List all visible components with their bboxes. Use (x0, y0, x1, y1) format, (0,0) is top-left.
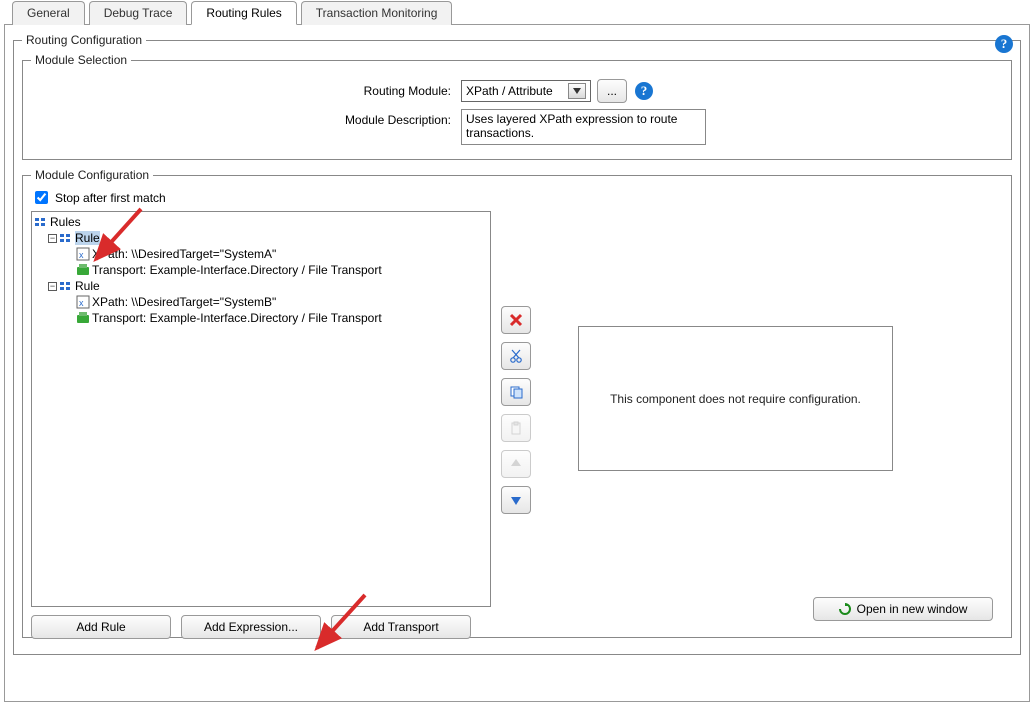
rule-icon (59, 231, 73, 245)
module-description-label: Module Description: (31, 109, 461, 127)
transport-icon (76, 311, 90, 325)
tree-rule-2[interactable]: − Rule (34, 278, 488, 294)
tab-general[interactable]: General (12, 1, 85, 25)
svg-text:x: x (79, 250, 84, 260)
cut-button[interactable] (501, 342, 531, 370)
tree-rule-2-transport-label: Transport: Example-Interface.Directory /… (92, 311, 382, 325)
tree-rule-1-label: Rule (75, 231, 100, 245)
open-new-window-label: Open in new window (857, 602, 968, 616)
add-expression-button[interactable]: Add Expression... (181, 615, 321, 639)
tree-rule-1-xpath[interactable]: x XPath: \\DesiredTarget="SystemA" (34, 246, 488, 262)
tree-root[interactable]: Rules (34, 214, 488, 230)
module-selection-legend: Module Selection (31, 53, 131, 67)
routing-module-label: Routing Module: (31, 84, 461, 98)
help-icon[interactable]: ? (635, 82, 653, 100)
component-config-placeholder: This component does not require configur… (578, 326, 893, 471)
move-down-button[interactable] (501, 486, 531, 514)
tab-routing-rules[interactable]: Routing Rules (191, 1, 296, 25)
tree-rule-2-xpath[interactable]: x XPath: \\DesiredTarget="SystemB" (34, 294, 488, 310)
tree-rule-2-label: Rule (75, 279, 100, 293)
routing-module-combo[interactable]: XPath / Attribute (461, 80, 591, 102)
config-placeholder-text: This component does not require configur… (610, 392, 861, 406)
open-in-new-window-button[interactable]: Open in new window (813, 597, 993, 621)
tree-rule-2-transport[interactable]: Transport: Example-Interface.Directory /… (34, 310, 488, 326)
routing-configuration-group: Routing Configuration Module Selection R… (13, 33, 1021, 655)
browse-module-button[interactable]: ... (597, 79, 627, 103)
tab-bar: General Debug Trace Routing Rules Transa… (0, 0, 1034, 24)
module-selection-group: Module Selection Routing Module: XPath /… (22, 53, 1012, 160)
rule-icon (59, 279, 73, 293)
tree-action-toolbar (501, 306, 531, 514)
tree-rule-1-xpath-label: XPath: \\DesiredTarget="SystemA" (92, 247, 276, 261)
tree-icon (34, 215, 48, 229)
tree-rule-2-xpath-label: XPath: \\DesiredTarget="SystemB" (92, 295, 276, 309)
stop-after-first-match-checkbox[interactable] (35, 191, 48, 204)
tree-rule-1-transport[interactable]: Transport: Example-Interface.Directory /… (34, 262, 488, 278)
tree-root-label: Rules (50, 215, 81, 229)
xpath-icon: x (76, 295, 90, 309)
rules-tree[interactable]: Rules − Rule x (31, 211, 491, 607)
tree-rule-1-transport-label: Transport: Example-Interface.Directory /… (92, 263, 382, 277)
chevron-down-icon (568, 83, 586, 99)
open-new-window-icon (839, 603, 851, 615)
svg-text:x: x (79, 298, 84, 308)
tab-debug-trace[interactable]: Debug Trace (89, 1, 188, 25)
add-transport-button[interactable]: Add Transport (331, 615, 471, 639)
move-up-button (501, 450, 531, 478)
routing-configuration-legend: Routing Configuration (22, 33, 146, 47)
transport-icon (76, 263, 90, 277)
collapse-icon[interactable]: − (48, 282, 57, 291)
delete-button[interactable] (501, 306, 531, 334)
stop-after-first-match-label: Stop after first match (55, 191, 166, 205)
xpath-icon: x (76, 247, 90, 261)
module-configuration-group: Module Configuration Stop after first ma… (22, 168, 1012, 638)
module-description-text: Uses layered XPath expression to route t… (461, 109, 706, 145)
help-icon[interactable]: ? (995, 35, 1015, 55)
module-configuration-legend: Module Configuration (31, 168, 153, 182)
tree-rule-1[interactable]: − Rule (34, 230, 488, 246)
copy-button[interactable] (501, 378, 531, 406)
add-rule-button[interactable]: Add Rule (31, 615, 171, 639)
tab-panel: ? Routing Configuration Module Selection… (4, 24, 1030, 702)
tab-transaction-monitoring[interactable]: Transaction Monitoring (301, 1, 453, 25)
collapse-icon[interactable]: − (48, 234, 57, 243)
routing-module-value: XPath / Attribute (466, 84, 553, 98)
paste-button (501, 414, 531, 442)
